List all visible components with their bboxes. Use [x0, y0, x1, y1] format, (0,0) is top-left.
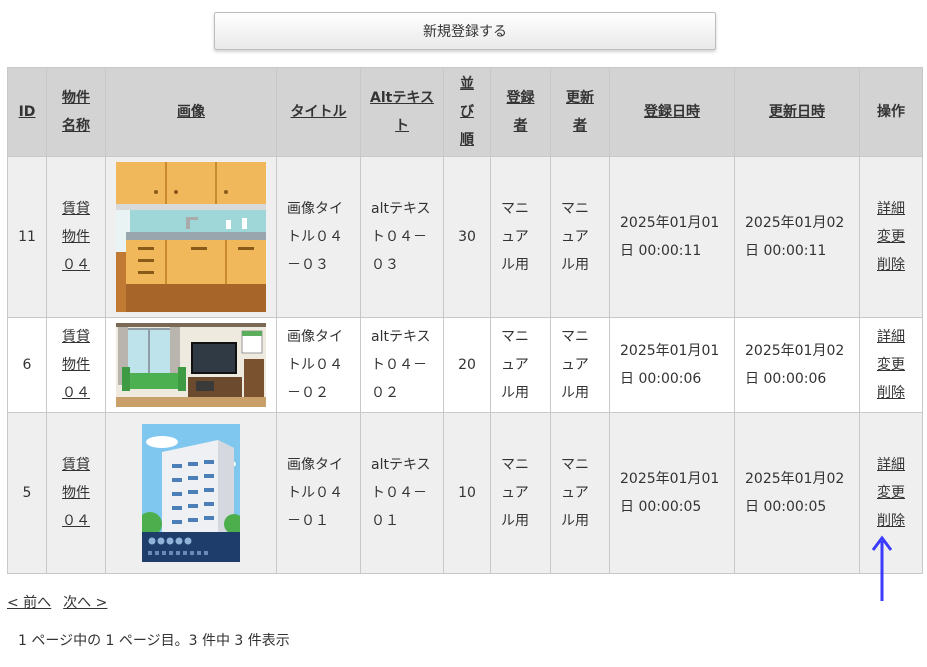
living-room-image: [116, 323, 266, 407]
cell-updated-at: 2025年01月02 日 00:00:06: [734, 317, 860, 413]
header-updater[interactable]: 更新者: [550, 67, 610, 157]
table-row: 11 賃貸 物件 ０４ 画像タイ トル０４ －０３ altテキス ト０４－ ０３…: [7, 156, 923, 318]
edit-link[interactable]: 変更: [860, 351, 922, 379]
cell-title: 画像タイ トル０４ －０３: [276, 156, 361, 318]
header-property[interactable]: 物件 名称: [46, 67, 106, 157]
header-created-at[interactable]: 登録日時: [609, 67, 735, 157]
detail-link[interactable]: 詳細: [860, 451, 922, 479]
annotation-arrow-icon: [872, 535, 892, 601]
cell-order: 20: [443, 317, 491, 413]
header-creator[interactable]: 登録者: [490, 67, 551, 157]
table-row: 6 賃貸 物件 ０４ 画像タイ トル０４ －０２ altテキス ト０４－ ０２ …: [7, 317, 923, 413]
pagination: < 前へ 次へ >: [7, 592, 119, 612]
cell-alt-text: altテキス ト０４－ ０３: [360, 156, 444, 318]
sort-title-link[interactable]: タイトル: [291, 104, 347, 120]
delete-link[interactable]: 削除: [860, 379, 922, 407]
edit-link[interactable]: 変更: [860, 223, 922, 251]
property-link[interactable]: 賃貸 物件 ０４: [47, 451, 105, 535]
sort-updater-link[interactable]: 更新者: [566, 90, 594, 134]
cell-id: 5: [7, 412, 47, 574]
cell-id: 11: [7, 156, 47, 318]
property-link[interactable]: 賃貸 物件 ０４: [47, 323, 105, 407]
delete-link[interactable]: 削除: [860, 507, 922, 535]
detail-link[interactable]: 詳細: [860, 323, 922, 351]
header-id[interactable]: ID: [7, 67, 47, 157]
cell-image: [105, 156, 277, 318]
cell-order: 30: [443, 156, 491, 318]
sort-created-at-link[interactable]: 登録日時: [644, 104, 700, 120]
sort-image-link[interactable]: 画像: [177, 104, 205, 120]
sort-id-link[interactable]: ID: [19, 104, 36, 120]
delete-link[interactable]: 削除: [860, 251, 922, 279]
header-alt[interactable]: Altテキスト: [360, 67, 444, 157]
header-row: ID 物件 名称 画像 タイトル Altテキスト 並び順 登録者 更新者 登録日時…: [7, 67, 923, 157]
cell-order: 10: [443, 412, 491, 574]
apartment-building-image: [142, 424, 240, 562]
header-title[interactable]: タイトル: [276, 67, 361, 157]
header-updated-at[interactable]: 更新日時: [734, 67, 860, 157]
cell-property[interactable]: 賃貸 物件 ０４: [46, 412, 106, 574]
cell-id: 6: [7, 317, 47, 413]
cell-operations: 詳細 変更 削除: [859, 317, 923, 413]
sort-updated-at-link[interactable]: 更新日時: [769, 104, 825, 120]
cell-property[interactable]: 賃貸 物件 ０４: [46, 317, 106, 413]
records-table: ID 物件 名称 画像 タイトル Altテキスト 並び順 登録者 更新者 登録日時…: [7, 67, 923, 574]
next-page-link[interactable]: 次へ >: [63, 595, 107, 611]
cell-image: [105, 412, 277, 574]
edit-link[interactable]: 変更: [860, 479, 922, 507]
cell-property[interactable]: 賃貸 物件 ０４: [46, 156, 106, 318]
cell-updater: マニ ュア ル用: [550, 317, 610, 413]
cell-creator: マニ ュア ル用: [490, 156, 551, 318]
new-register-button[interactable]: 新規登録する: [214, 12, 716, 50]
kitchen-image: [116, 162, 266, 312]
cell-updated-at: 2025年01月02 日 00:00:11: [734, 156, 860, 318]
cell-created-at: 2025年01月01 日 00:00:06: [609, 317, 735, 413]
cell-alt-text: altテキス ト０４－ ０２: [360, 317, 444, 413]
header-order[interactable]: 並び順: [443, 67, 491, 157]
cell-created-at: 2025年01月01 日 00:00:11: [609, 156, 735, 318]
sort-creator-link[interactable]: 登録者: [507, 90, 535, 134]
sort-property-link[interactable]: 物件 名称: [62, 90, 90, 134]
cell-operations: 詳細 変更 削除: [859, 156, 923, 318]
property-link[interactable]: 賃貸 物件 ０４: [47, 195, 105, 279]
detail-link[interactable]: 詳細: [860, 195, 922, 223]
table-row: 5 賃貸 物件 ０４ 画像タイ トル０４ －０１ altテキス ト０４－ ０１ …: [7, 412, 923, 574]
cell-image: [105, 317, 277, 413]
cell-title: 画像タイ トル０４ －０２: [276, 317, 361, 413]
prev-page-link[interactable]: < 前へ: [7, 595, 51, 611]
header-operations: 操作: [859, 67, 923, 157]
cell-title: 画像タイ トル０４ －０１: [276, 412, 361, 574]
pagination-summary: 1 ページ中の 1 ページ目。3 件中 3 件表示: [18, 633, 290, 649]
cell-creator: マニ ュア ル用: [490, 317, 551, 413]
cell-updater: マニ ュア ル用: [550, 156, 610, 318]
sort-alt-link[interactable]: Altテキスト: [370, 90, 434, 134]
cell-alt-text: altテキス ト０４－ ０１: [360, 412, 444, 574]
cell-creator: マニ ュア ル用: [490, 412, 551, 574]
header-image[interactable]: 画像: [105, 67, 277, 157]
cell-updated-at: 2025年01月02 日 00:00:05: [734, 412, 860, 574]
cell-created-at: 2025年01月01 日 00:00:05: [609, 412, 735, 574]
cell-updater: マニ ュア ル用: [550, 412, 610, 574]
sort-order-link[interactable]: 並び順: [460, 76, 474, 148]
